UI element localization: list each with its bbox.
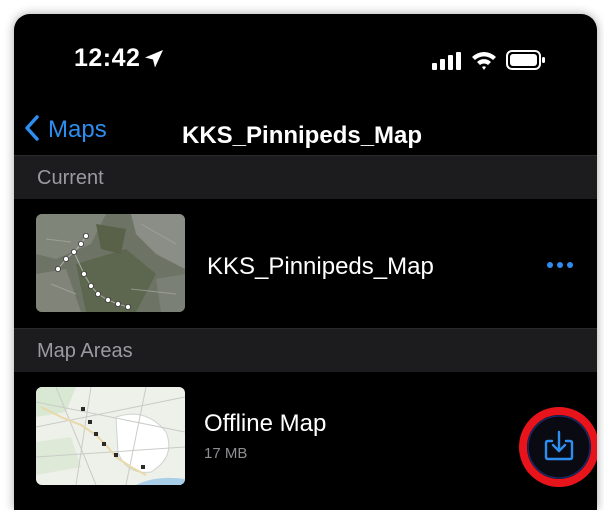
section-header-label: Map Areas <box>37 340 133 362</box>
section-header-current: Current <box>14 155 597 200</box>
navigation-bar: Maps KKS_Pinnipeds_Map <box>14 104 597 156</box>
map-area-size: 17 MB <box>204 445 248 462</box>
satellite-map-thumbnail <box>36 214 185 312</box>
section-header-label: Current <box>37 167 104 189</box>
battery-icon <box>506 50 546 75</box>
location-arrow-icon <box>143 48 165 75</box>
page-title: KKS_Pinnipeds_Map <box>182 122 423 149</box>
status-time: 12:42 <box>74 44 141 72</box>
wifi-icon <box>471 49 497 76</box>
download-button[interactable] <box>519 407 597 487</box>
current-map-row[interactable]: KKS_Pinnipeds_Map <box>14 199 597 328</box>
street-map-thumbnail <box>36 387 185 485</box>
phone-screen: 12:42 Maps KKS_Pinnipeds_Map Current KKS… <box>14 14 597 510</box>
back-button[interactable]: Maps <box>24 112 107 148</box>
current-map-name: KKS_Pinnipeds_Map <box>207 253 434 280</box>
chevron-left-icon <box>24 114 40 147</box>
more-dots-icon[interactable] <box>546 257 574 275</box>
map-area-row[interactable]: Offline Map 17 MB <box>14 372 597 510</box>
map-area-name: Offline Map <box>204 410 327 437</box>
cellular-signal-icon <box>432 52 462 75</box>
status-bar: 12:42 <box>14 14 597 104</box>
back-button-label: Maps <box>48 116 107 143</box>
section-header-map-areas: Map Areas <box>14 328 597 373</box>
